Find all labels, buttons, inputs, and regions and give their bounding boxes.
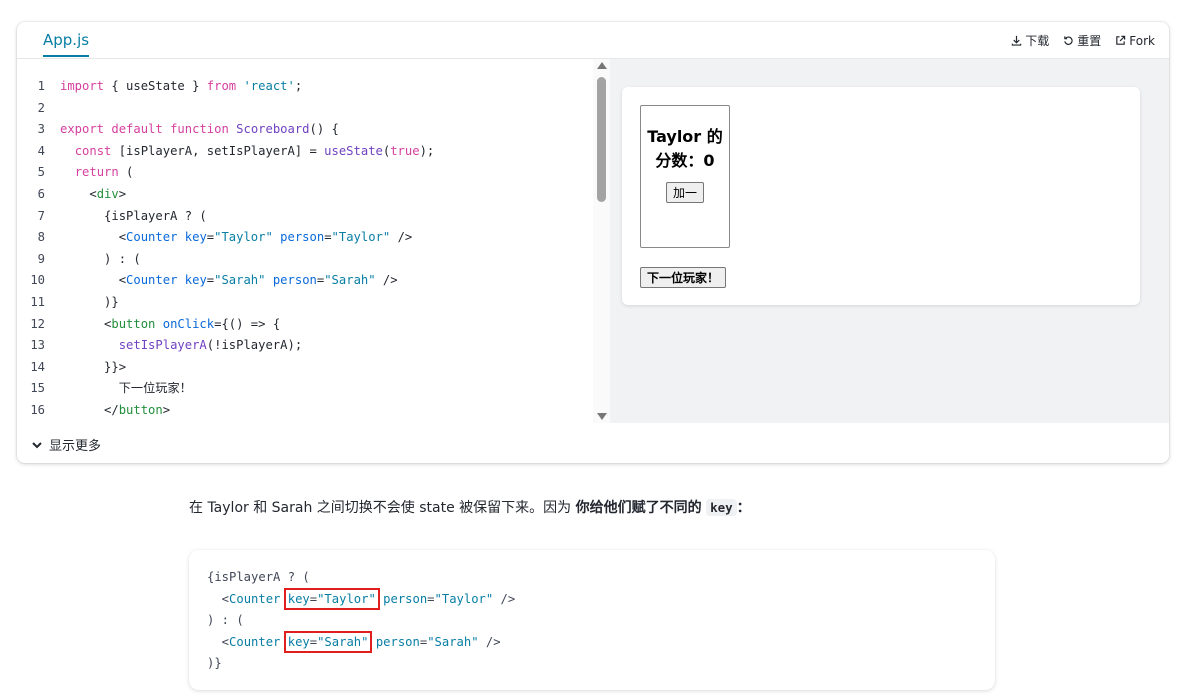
line-number: 5 xyxy=(37,165,45,180)
scroll-up-arrow-icon[interactable] xyxy=(597,62,607,69)
line-number: 9 xyxy=(37,251,45,266)
tab-app-js[interactable]: App.js xyxy=(43,31,90,57)
download-icon xyxy=(1012,35,1022,46)
line-number: 4 xyxy=(37,143,45,158)
highlight-key-sarah: key="Sarah" xyxy=(283,630,373,653)
scroll-down-arrow-icon[interactable] xyxy=(597,413,607,420)
download-button[interactable]: 下载 xyxy=(1011,32,1049,49)
code-line: 4 const [isPlayerA, setIsPlayerA] = useS… xyxy=(17,141,435,163)
code-line: 7 {isPlayerA ? ( xyxy=(17,206,434,228)
line-number: 10 xyxy=(30,273,45,288)
snippet-line: )} xyxy=(207,656,222,671)
line-number: 3 xyxy=(37,122,45,137)
explanation-paragraph: 在 Taylor 和 Sarah 之间切换不会使 state 被保留下来。因为 … xyxy=(189,497,751,517)
fork-label: Fork xyxy=(1129,33,1155,48)
code-editor[interactable]: 1 import { useState } from 'react'; 2 3 ex… xyxy=(17,59,593,423)
line-number: 12 xyxy=(30,316,45,331)
chevron-down-icon xyxy=(32,441,42,448)
snippet-line: <Counter key="Sarah" person="Sarah" /> xyxy=(207,630,501,653)
code-line: 8 <Counter key="Taylor" person="Taylor" … xyxy=(17,227,434,249)
code-line: 2 xyxy=(17,98,434,120)
scroll-thumb[interactable] xyxy=(597,77,606,202)
editor-scrollbar[interactable] xyxy=(593,59,610,423)
sandbox-footer: 显示更多 xyxy=(17,423,1169,463)
counter-score: Taylor 的分数：0 xyxy=(647,127,723,170)
preview-card: Taylor 的分数：0 加一 下一位玩家！ xyxy=(622,87,1140,305)
code-line: 16 </button> xyxy=(17,400,434,422)
code-line: 13 setIsPlayerA(!isPlayerA); xyxy=(17,335,434,357)
paragraph-colon: ： xyxy=(736,500,751,516)
code-line: 3 export default function Scoreboard() { xyxy=(17,119,434,141)
line-number: 1 xyxy=(37,79,45,93)
next-player-button[interactable]: 下一位玩家！ xyxy=(640,267,727,288)
line-number: 2 xyxy=(37,100,45,115)
code-line: 1 import { useState } from 'react'; xyxy=(17,76,434,98)
line-number: 13 xyxy=(30,338,45,353)
paragraph-text: 在 Taylor 和 Sarah 之间切换不会使 state 被保留下来。因为 xyxy=(189,500,576,516)
highlight-key-taylor: key="Taylor" xyxy=(283,587,380,610)
snippet-line: <Counter key="Taylor" person="Taylor" /> xyxy=(207,587,516,610)
line-number: 14 xyxy=(30,359,45,374)
code-sandbox: App.js 下载 重置 Fork 1 import { useState } f… xyxy=(17,22,1169,463)
code-line: 5 return ( xyxy=(17,162,434,184)
line-number: 16 xyxy=(30,402,45,417)
sandbox-actions: 下载 重置 Fork xyxy=(1011,32,1155,49)
reset-button[interactable]: 重置 xyxy=(1063,32,1101,49)
download-label: 下载 xyxy=(1025,34,1050,48)
snippet-line: {isPlayerA ? ( xyxy=(207,570,310,584)
reset-icon xyxy=(1064,36,1073,45)
code-line: 11 )} xyxy=(17,292,434,314)
external-link-icon xyxy=(1116,35,1126,45)
line-number: 11 xyxy=(30,294,45,309)
snippet-line: ) : ( xyxy=(207,613,244,628)
code-line: 6 <div> xyxy=(17,184,434,206)
code-snippet: {isPlayerA ? ( <Counter key="Taylor" per… xyxy=(189,550,995,690)
show-more-label: 显示更多 xyxy=(49,439,102,454)
paragraph-bold: 你给他们赋了不同的 xyxy=(575,500,702,516)
fork-button[interactable]: Fork xyxy=(1115,32,1155,49)
line-number: 7 xyxy=(37,208,45,223)
counter-component: Taylor 的分数：0 加一 xyxy=(640,105,730,248)
code-line: 14 }}> xyxy=(17,357,434,379)
sandbox-header: App.js 下载 重置 Fork xyxy=(17,22,1169,59)
add-one-button[interactable]: 加一 xyxy=(665,182,704,203)
line-number: 15 xyxy=(30,381,45,396)
code-line: 12 <button onClick={() => { xyxy=(17,314,434,336)
line-number: 6 xyxy=(37,186,45,201)
show-more-button[interactable]: 显示更多 xyxy=(31,435,101,454)
inline-code-key: key xyxy=(706,499,737,516)
reset-label: 重置 xyxy=(1077,34,1102,48)
code-line: 15 下一位玩家！ xyxy=(17,378,434,400)
preview-pane: Taylor 的分数：0 加一 下一位玩家！ xyxy=(610,59,1169,423)
code-line: 10 <Counter key="Sarah" person="Sarah" /… xyxy=(17,270,434,292)
code-line: 9 ) : ( xyxy=(17,249,434,271)
line-number: 8 xyxy=(37,230,45,245)
